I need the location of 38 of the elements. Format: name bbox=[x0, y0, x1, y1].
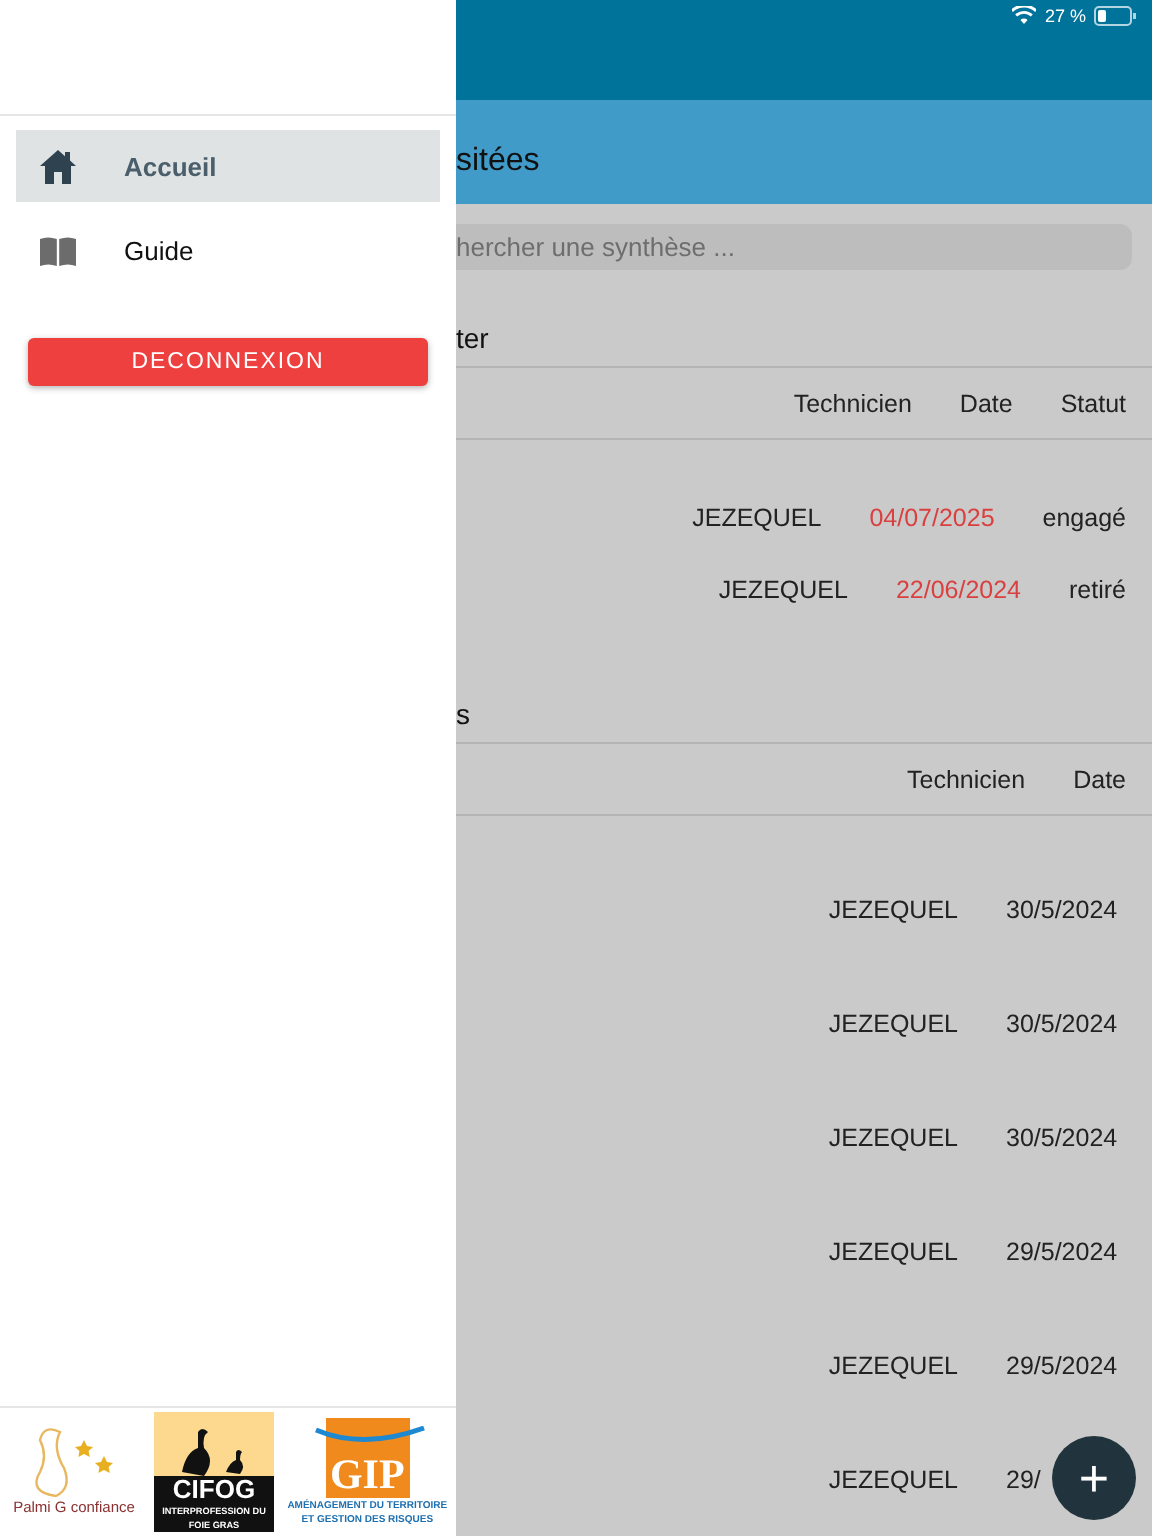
wifi-icon bbox=[1012, 6, 1037, 24]
menu-item[interactable]: Accueil bbox=[16, 130, 440, 202]
page-title: sitées bbox=[456, 143, 540, 180]
column-header: Technicien bbox=[793, 389, 912, 417]
table-cell: 30/5/2024 bbox=[1006, 1123, 1118, 1151]
column-header: Date bbox=[1073, 765, 1126, 793]
arc-icon bbox=[313, 1425, 426, 1445]
home-icon bbox=[40, 149, 76, 183]
table-cell: 29/ bbox=[1006, 1465, 1041, 1493]
table-cell: 29/5/2024 bbox=[1006, 1237, 1118, 1265]
table-cell: JEZEQUEL bbox=[718, 576, 848, 604]
battery-icon bbox=[1094, 6, 1136, 26]
table-cell: engagé bbox=[1042, 504, 1126, 532]
column-header: Statut bbox=[1060, 389, 1126, 417]
table-cell: JEZEQUEL bbox=[828, 895, 958, 923]
logout-button[interactable]: DECONNEXION bbox=[28, 338, 428, 386]
table-cell: JEZEQUEL bbox=[828, 1237, 958, 1265]
section-title: s bbox=[456, 696, 472, 734]
logo-name: CIFOG bbox=[172, 1476, 256, 1504]
table-cell: JEZEQUEL bbox=[828, 1465, 958, 1493]
table-cell: 22/06/2024 bbox=[895, 576, 1022, 604]
menu-item[interactable]: Guide bbox=[16, 214, 440, 286]
book-icon bbox=[40, 235, 76, 265]
table-cell: 30/5/2024 bbox=[1006, 895, 1118, 923]
logo-name: GIP bbox=[329, 1449, 405, 1497]
table-cell: 29/5/2024 bbox=[1006, 1351, 1118, 1379]
column-header: Date bbox=[959, 389, 1013, 417]
table-cell: JEZEQUEL bbox=[828, 1009, 958, 1037]
column-header: Technicien bbox=[907, 765, 1026, 793]
section-title: ter bbox=[456, 320, 491, 358]
table-cell: JEZEQUEL bbox=[828, 1123, 958, 1151]
table-cell: retiré bbox=[1069, 576, 1126, 604]
table-cell: JEZEQUEL bbox=[828, 1351, 958, 1379]
table-cell: 04/07/2025 bbox=[869, 504, 995, 532]
search-field[interactable]: hercher une synthèse ... bbox=[456, 223, 1132, 270]
table-cell: 30/5/2024 bbox=[1006, 1009, 1118, 1037]
table-cell: JEZEQUEL bbox=[692, 504, 822, 532]
battery-percentage: 27 % bbox=[1044, 6, 1086, 28]
